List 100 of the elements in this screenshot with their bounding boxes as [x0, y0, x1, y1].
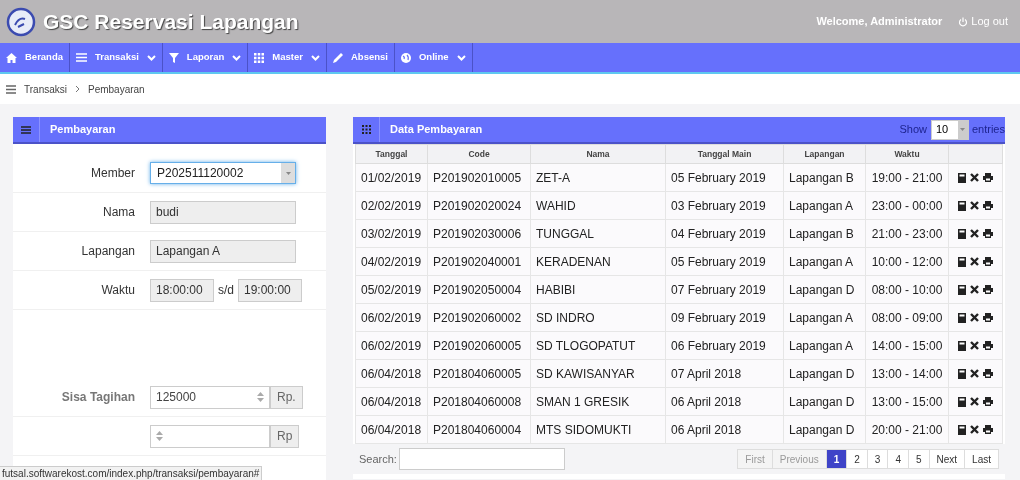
table-cell: 06/04/2018 — [355, 359, 428, 388]
field-label: Nama — [102, 204, 136, 221]
text-field[interactable]: Lapangan A — [150, 239, 296, 263]
column-header[interactable]: Lapangan — [783, 144, 866, 164]
table-cell: 04 February 2019 — [665, 219, 784, 248]
delete-icon[interactable] — [970, 257, 979, 266]
print-icon[interactable] — [983, 285, 993, 294]
table-cell: 13:00 - 15:00 — [865, 387, 949, 416]
time-field[interactable]: 19:00:00 — [238, 278, 302, 302]
table-cell: P201804060008 — [427, 387, 531, 416]
calculator-icon[interactable] — [958, 424, 966, 435]
print-icon[interactable] — [983, 425, 993, 434]
grid-icon — [361, 125, 371, 134]
table-cell: 06 February 2019 — [665, 331, 784, 360]
member-select[interactable]: P202511120002 — [150, 162, 296, 184]
column-header[interactable]: Tanggal Main — [665, 144, 784, 164]
table-cell: 07 April 2018 — [665, 359, 784, 388]
table-cell: 04/02/2019 — [355, 247, 428, 276]
table-cell: P201902060002 — [427, 303, 531, 332]
table-cell: KERADENAN — [530, 247, 666, 276]
print-icon[interactable] — [983, 173, 993, 182]
print-icon[interactable] — [983, 397, 993, 406]
calculator-icon[interactable] — [958, 256, 966, 267]
table-cell: 05/02/2019 — [355, 275, 428, 304]
pagination-button[interactable]: 2 — [846, 449, 868, 469]
pagination-button[interactable]: Last — [964, 449, 999, 469]
field-label: Lapangan — [80, 243, 136, 260]
breadcrumb-link[interactable]: Transaksi — [24, 81, 67, 97]
nav-menu-item[interactable]: Laporan — [162, 43, 249, 72]
column-header[interactable]: Code — [427, 144, 531, 164]
print-icon[interactable] — [983, 201, 993, 210]
search-field[interactable] — [398, 448, 565, 470]
table-cell: 03/02/2019 — [355, 219, 428, 248]
page-size-select[interactable]: 10 — [930, 119, 969, 140]
currency-addon: Rp. — [270, 385, 303, 409]
print-icon[interactable] — [983, 229, 993, 238]
amount-field[interactable] — [150, 424, 270, 448]
delete-icon[interactable] — [970, 397, 979, 406]
column-header[interactable]: Nama — [530, 144, 666, 164]
table-cell: P201902020024 — [427, 191, 531, 220]
column-header[interactable]: Waktu — [865, 144, 949, 164]
delete-icon[interactable] — [970, 313, 979, 322]
show-label: Show — [899, 122, 927, 138]
table-cell: Lapangan D — [783, 275, 866, 304]
table-cell: 01/02/2019 — [355, 163, 428, 192]
table-cell: 09 February 2019 — [665, 303, 784, 332]
delete-icon[interactable] — [970, 285, 979, 294]
delete-icon[interactable] — [970, 173, 979, 182]
table-cell: 06/04/2018 — [355, 387, 428, 416]
globe-icon — [400, 52, 411, 63]
field-label: Sisa Tagihan — [60, 389, 136, 406]
nav-menu-item[interactable]: Master — [248, 43, 327, 72]
calculator-icon[interactable] — [958, 172, 966, 183]
nav-menu-item[interactable]: Online — [394, 43, 473, 72]
amount-field[interactable]: 125000 — [150, 385, 270, 409]
column-header[interactable]: Tanggal — [355, 144, 428, 164]
calculator-icon[interactable] — [958, 284, 966, 295]
pagination-button[interactable]: 4 — [887, 449, 909, 469]
calculator-icon[interactable] — [958, 368, 966, 379]
table-cell: MTS SIDOMUKTI — [530, 415, 666, 444]
text-field[interactable]: budi — [150, 200, 296, 224]
nav-menu-item[interactable]: Beranda — [0, 43, 70, 72]
nav-menu-item[interactable]: Transaksi — [70, 43, 163, 72]
list-icon — [76, 53, 87, 62]
table-cell: P201804060005 — [427, 359, 531, 388]
calculator-icon[interactable] — [958, 228, 966, 239]
pagination-button[interactable]: 5 — [907, 449, 930, 469]
delete-icon[interactable] — [970, 369, 979, 378]
print-icon[interactable] — [983, 257, 993, 266]
page-title: Pembayaran — [88, 82, 145, 97]
table-cell: 06 April 2018 — [665, 387, 784, 416]
delete-icon[interactable] — [970, 425, 979, 434]
nav-menu-item[interactable]: Absensi — [326, 43, 395, 72]
home-icon — [6, 52, 17, 63]
table-cell: 08:00 - 09:00 — [865, 303, 949, 332]
calculator-icon[interactable] — [958, 396, 966, 407]
range-separator: s/d — [218, 282, 234, 299]
print-icon[interactable] — [983, 341, 993, 350]
table-cell: 07 February 2019 — [665, 275, 784, 304]
menu-icon — [21, 125, 31, 134]
pagination-button[interactable]: 1 — [825, 449, 848, 469]
table-cell: P201902030006 — [427, 219, 531, 248]
calculator-icon[interactable] — [958, 340, 966, 351]
delete-icon[interactable] — [970, 229, 979, 238]
spinner-icon — [257, 392, 264, 402]
table-cell: Lapangan A — [783, 303, 866, 332]
table-cell: 02/02/2019 — [355, 191, 428, 220]
field-label: Member — [90, 165, 136, 182]
print-icon[interactable] — [983, 369, 993, 378]
delete-icon[interactable] — [970, 201, 979, 210]
print-icon[interactable] — [983, 313, 993, 322]
table-cell: P201902050004 — [427, 275, 531, 304]
table-cell: SD INDRO — [530, 303, 666, 332]
calculator-icon[interactable] — [958, 312, 966, 323]
welcome-text: Welcome, Administrator — [816, 14, 943, 30]
calculator-icon[interactable] — [958, 200, 966, 211]
time-field[interactable]: 18:00:00 — [150, 278, 214, 302]
delete-icon[interactable] — [970, 341, 979, 350]
pagination-button[interactable]: 3 — [866, 449, 889, 469]
table-cell: Lapangan A — [783, 191, 866, 220]
